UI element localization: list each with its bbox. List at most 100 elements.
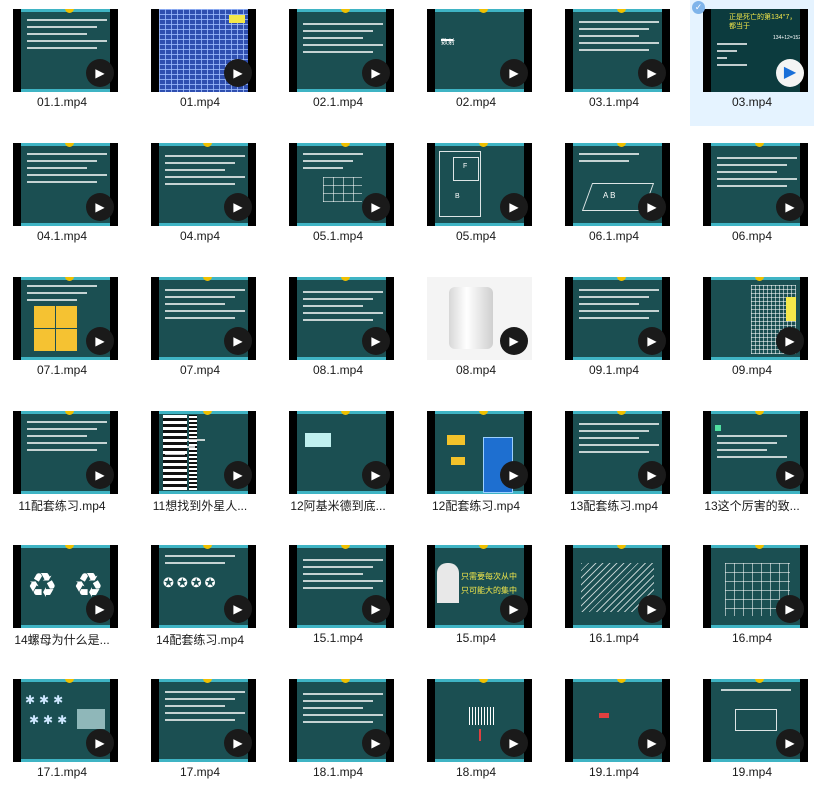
video-thumbnail[interactable]: ▶: [565, 545, 670, 628]
play-icon[interactable]: ▶: [86, 729, 114, 757]
play-icon[interactable]: ▶: [224, 595, 252, 623]
video-file-item[interactable]: ▶ 03.1.mp4: [552, 0, 676, 126]
video-file-item[interactable]: ▶ 11配套练习.mp4: [0, 402, 124, 528]
video-thumbnail[interactable]: ▶: [703, 545, 808, 628]
play-icon[interactable]: ▶: [224, 59, 252, 87]
video-thumbnail[interactable]: ▶: [565, 411, 670, 494]
video-thumbnail[interactable]: ▶: [703, 277, 808, 360]
video-thumbnail[interactable]: ▶: [13, 277, 118, 360]
play-icon[interactable]: ▶: [500, 461, 528, 489]
play-icon[interactable]: ▶: [224, 729, 252, 757]
video-file-item[interactable]: ▶ 08.1.mp4: [276, 268, 400, 394]
video-file-item[interactable]: ▶ 06.mp4: [690, 134, 814, 260]
play-icon[interactable]: ▶: [638, 327, 666, 355]
video-file-item[interactable]: ▶ 16.1.mp4: [552, 536, 676, 662]
video-file-item[interactable]: ▶ 17.mp4: [138, 670, 262, 796]
video-file-item[interactable]: ▶ 18.1.mp4: [276, 670, 400, 796]
video-file-item[interactable]: ▶ 07.1.mp4: [0, 268, 124, 394]
video-thumbnail[interactable]: ▶: [289, 411, 394, 494]
video-file-item[interactable]: ✱✱✱ ✱✱✱ ▶ 17.1.mp4: [0, 670, 124, 796]
video-thumbnail[interactable]: A B ▶: [565, 143, 670, 226]
video-file-item[interactable]: ▶ 19.1.mp4: [552, 670, 676, 796]
video-thumbnail[interactable]: 正是死亡的第134°7，都当于 134+12=152 ▶: [703, 9, 808, 92]
video-file-item[interactable]: ▶ 07.mp4: [138, 268, 262, 394]
play-icon[interactable]: ▶: [500, 193, 528, 221]
play-icon[interactable]: ▶: [638, 595, 666, 623]
play-icon[interactable]: ▶: [776, 595, 804, 623]
video-file-item[interactable]: ▶ 04.1.mp4: [0, 134, 124, 260]
video-thumbnail[interactable]: ▶: [289, 277, 394, 360]
video-file-item[interactable]: ▶ 12阿基米德到底...: [276, 402, 400, 528]
video-thumbnail[interactable]: ▶: [151, 411, 256, 494]
video-thumbnail[interactable]: ▶: [289, 143, 394, 226]
video-thumbnail[interactable]: ▶: [565, 9, 670, 92]
play-icon[interactable]: ▶: [362, 193, 390, 221]
video-file-item[interactable]: ♻ ♻ ▶ 14螺母为什么是...: [0, 536, 124, 662]
play-icon[interactable]: ▶: [362, 729, 390, 757]
play-icon[interactable]: ▶: [776, 193, 804, 221]
play-icon[interactable]: ▶: [86, 193, 114, 221]
play-icon[interactable]: ▶: [86, 595, 114, 623]
video-file-item[interactable]: ▶ 02.1.mp4: [276, 0, 400, 126]
video-file-item[interactable]: ▶ 04.mp4: [138, 134, 262, 260]
video-thumbnail[interactable]: ▶: [151, 9, 256, 92]
video-thumbnail[interactable]: ▶: [703, 679, 808, 762]
video-thumbnail[interactable]: ▶: [427, 411, 532, 494]
play-icon[interactable]: ▶: [362, 595, 390, 623]
play-icon[interactable]: ▶: [776, 327, 804, 355]
video-thumbnail[interactable]: 数射 ▶: [427, 9, 532, 92]
play-icon[interactable]: ▶: [638, 193, 666, 221]
video-file-item[interactable]: F B ▶ 05.mp4: [414, 134, 538, 260]
video-file-item[interactable]: ▶ 05.1.mp4: [276, 134, 400, 260]
video-file-item[interactable]: ▶ 13这个厉害的致...: [690, 402, 814, 528]
play-icon[interactable]: ▶: [362, 59, 390, 87]
video-file-item[interactable]: ▶ 09.mp4: [690, 268, 814, 394]
video-file-item[interactable]: ▶ 09.1.mp4: [552, 268, 676, 394]
video-thumbnail[interactable]: ▶: [427, 277, 532, 360]
video-file-item[interactable]: ▶ 15.1.mp4: [276, 536, 400, 662]
video-thumbnail[interactable]: ▶: [13, 9, 118, 92]
video-file-item[interactable]: 数射 ▶ 02.mp4: [414, 0, 538, 126]
play-icon[interactable]: ▶: [638, 461, 666, 489]
play-icon[interactable]: ▶: [500, 729, 528, 757]
video-thumbnail[interactable]: ✱✱✱ ✱✱✱ ▶: [13, 679, 118, 762]
play-icon[interactable]: ▶: [86, 327, 114, 355]
video-file-item[interactable]: ▶ 16.mp4: [690, 536, 814, 662]
play-icon[interactable]: ▶: [86, 461, 114, 489]
video-thumbnail[interactable]: ▶: [289, 679, 394, 762]
video-thumbnail[interactable]: ♻ ♻ ▶: [13, 545, 118, 628]
play-icon[interactable]: ▶: [500, 327, 528, 355]
video-thumbnail[interactable]: ▶: [13, 411, 118, 494]
video-file-item[interactable]: A B ▶ 06.1.mp4: [552, 134, 676, 260]
video-file-item[interactable]: ▶ 11想找到外星人...: [138, 402, 262, 528]
play-icon[interactable]: ▶: [638, 729, 666, 757]
play-icon[interactable]: ▶: [500, 595, 528, 623]
play-icon[interactable]: ▶: [86, 59, 114, 87]
video-file-item[interactable]: ▶ 01.mp4: [138, 0, 262, 126]
check-icon[interactable]: ✓: [692, 1, 705, 14]
video-file-item[interactable]: ▶ 13配套练习.mp4: [552, 402, 676, 528]
video-file-item[interactable]: 正是死亡的第134°7，都当于 134+12=152 ▶ ✓ 03.mp4: [690, 0, 814, 126]
video-file-item[interactable]: ▶ 08.mp4: [414, 268, 538, 394]
video-file-item[interactable]: ▶ 18.mp4: [414, 670, 538, 796]
play-icon[interactable]: ▶: [638, 59, 666, 87]
play-icon[interactable]: ▶: [500, 59, 528, 87]
video-thumbnail[interactable]: 只需要每次从中 只可能大的集中 ▶: [427, 545, 532, 628]
video-thumbnail[interactable]: ▶: [151, 679, 256, 762]
video-thumbnail[interactable]: ▶: [289, 9, 394, 92]
video-thumbnail[interactable]: ▶: [151, 143, 256, 226]
play-icon[interactable]: ▶: [362, 327, 390, 355]
video-thumbnail[interactable]: ✪✪✪✪ ▶: [151, 545, 256, 628]
video-thumbnail[interactable]: ▶: [703, 411, 808, 494]
video-thumbnail[interactable]: ▶: [565, 679, 670, 762]
play-icon[interactable]: ▶: [224, 327, 252, 355]
video-thumbnail[interactable]: ▶: [703, 143, 808, 226]
video-file-item[interactable]: ▶ 19.mp4: [690, 670, 814, 796]
play-icon[interactable]: ▶: [362, 461, 390, 489]
play-icon[interactable]: ▶: [776, 729, 804, 757]
video-thumbnail[interactable]: ▶: [565, 277, 670, 360]
play-icon[interactable]: ▶: [224, 461, 252, 489]
video-thumbnail[interactable]: ▶: [289, 545, 394, 628]
video-file-item[interactable]: ✪✪✪✪ ▶ 14配套练习.mp4: [138, 536, 262, 662]
video-file-item[interactable]: 只需要每次从中 只可能大的集中 ▶ 15.mp4: [414, 536, 538, 662]
